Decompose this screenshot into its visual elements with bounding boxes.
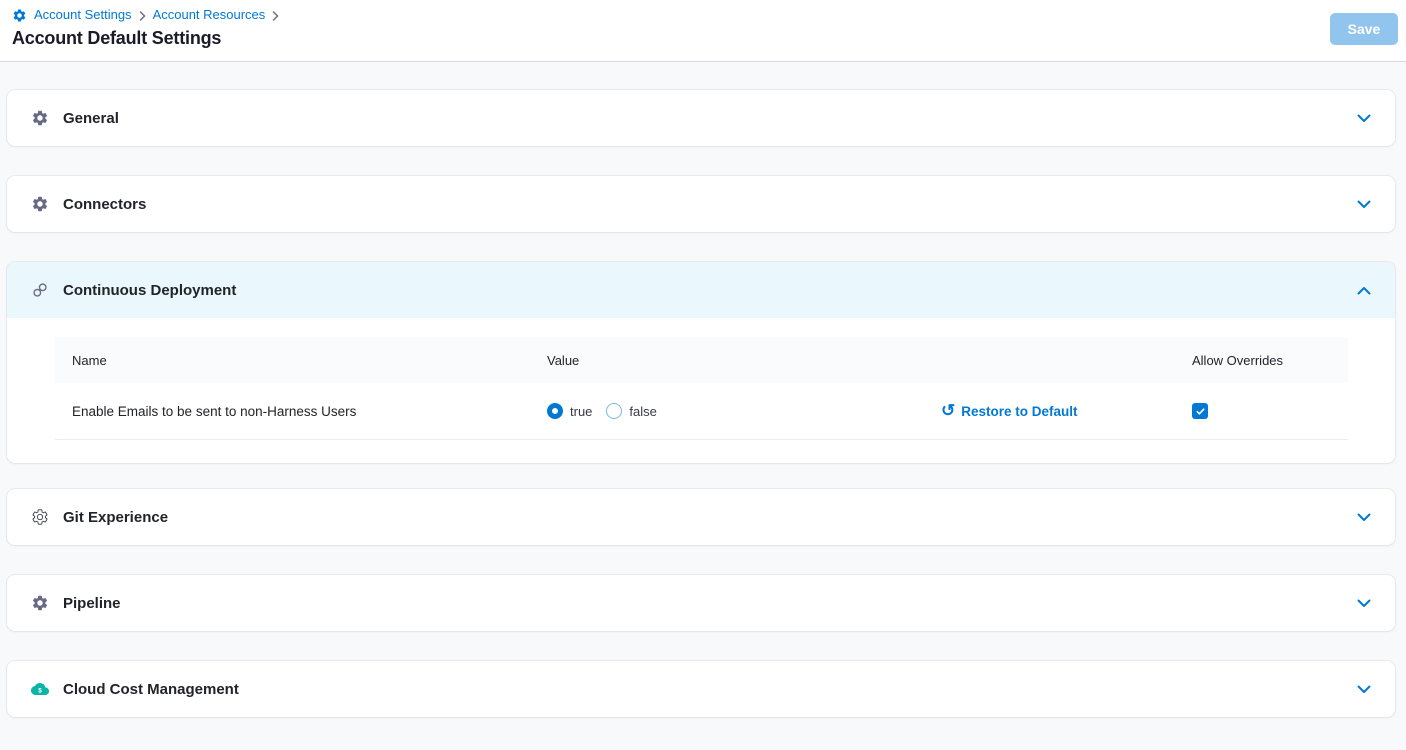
section-header-general[interactable]: General	[7, 90, 1395, 146]
value-radio-group: true false	[547, 403, 657, 419]
radio-label-true: true	[570, 404, 592, 419]
svg-text:$: $	[38, 687, 42, 694]
column-header-value: Value	[547, 353, 941, 368]
gear-icon	[30, 195, 50, 213]
radio-selected-icon[interactable]	[547, 403, 563, 419]
column-header-allow-overrides: Allow Overrides	[1192, 353, 1348, 368]
radio-label-false: false	[629, 404, 656, 419]
breadcrumb-account-resources[interactable]: Account Resources	[153, 7, 266, 23]
allow-overrides-checkbox[interactable]	[1192, 403, 1208, 419]
restore-to-default-link[interactable]: ↺ Restore to Default	[941, 404, 1078, 419]
chevron-down-icon	[1357, 200, 1371, 209]
section-label: Pipeline	[63, 595, 121, 612]
chevron-down-icon	[1357, 513, 1371, 522]
table-row: Enable Emails to be sent to non-Harness …	[55, 383, 1348, 440]
settings-table-header: Name Value Allow Overrides	[55, 337, 1348, 383]
restore-link-label: Restore to Default	[961, 404, 1077, 419]
chevron-right-icon	[272, 11, 279, 21]
section-card-pipeline: Pipeline	[7, 575, 1395, 631]
page-title: Account Default Settings	[12, 28, 1406, 49]
section-card-continuous-deployment: Continuous Deployment Name Value Allow O…	[7, 262, 1395, 463]
save-button[interactable]: Save	[1330, 13, 1398, 45]
radio-option-false[interactable]: false	[606, 403, 656, 419]
section-label: Cloud Cost Management	[63, 681, 239, 698]
check-icon	[1195, 406, 1206, 417]
setting-name: Enable Emails to be sent to non-Harness …	[55, 404, 547, 419]
chevron-right-icon	[139, 11, 146, 21]
section-header-cloud-cost-management[interactable]: $ Cloud Cost Management	[7, 661, 1395, 717]
gear-icon	[30, 109, 50, 127]
radio-unselected-icon[interactable]	[606, 403, 622, 419]
cloud-dollar-icon: $	[30, 680, 50, 698]
chevron-down-icon	[1357, 114, 1371, 123]
chevron-down-icon	[1357, 685, 1371, 694]
top-bar: Account Settings Account Resources Accou…	[0, 0, 1406, 62]
section-header-git-experience[interactable]: Git Experience	[7, 489, 1395, 545]
section-card-general: General	[7, 90, 1395, 146]
gear-outline-icon	[30, 508, 50, 526]
link-icon	[30, 281, 50, 299]
section-header-connectors[interactable]: Connectors	[7, 176, 1395, 232]
section-header-pipeline[interactable]: Pipeline	[7, 575, 1395, 631]
section-label: Connectors	[63, 196, 146, 213]
section-label: Continuous Deployment	[63, 282, 236, 299]
settings-sections: General Connectors Continuous Deployment	[0, 62, 1406, 717]
breadcrumb: Account Settings Account Resources	[12, 7, 1406, 23]
restore-icon: ↺	[941, 402, 955, 419]
section-label: Git Experience	[63, 509, 168, 526]
section-card-git-experience: Git Experience	[7, 489, 1395, 545]
section-label: General	[63, 110, 119, 127]
chevron-down-icon	[1357, 599, 1371, 608]
breadcrumb-account-settings[interactable]: Account Settings	[34, 7, 132, 23]
continuous-deployment-settings: Name Value Allow Overrides Enable Emails…	[7, 318, 1395, 463]
gear-icon	[30, 594, 50, 612]
section-header-continuous-deployment[interactable]: Continuous Deployment	[7, 262, 1395, 318]
settings-gear-icon	[12, 8, 27, 23]
radio-option-true[interactable]: true	[547, 403, 592, 419]
chevron-up-icon	[1357, 286, 1371, 295]
section-card-connectors: Connectors	[7, 176, 1395, 232]
column-header-name: Name	[55, 353, 547, 368]
section-card-cloud-cost-management: $ Cloud Cost Management	[7, 661, 1395, 717]
